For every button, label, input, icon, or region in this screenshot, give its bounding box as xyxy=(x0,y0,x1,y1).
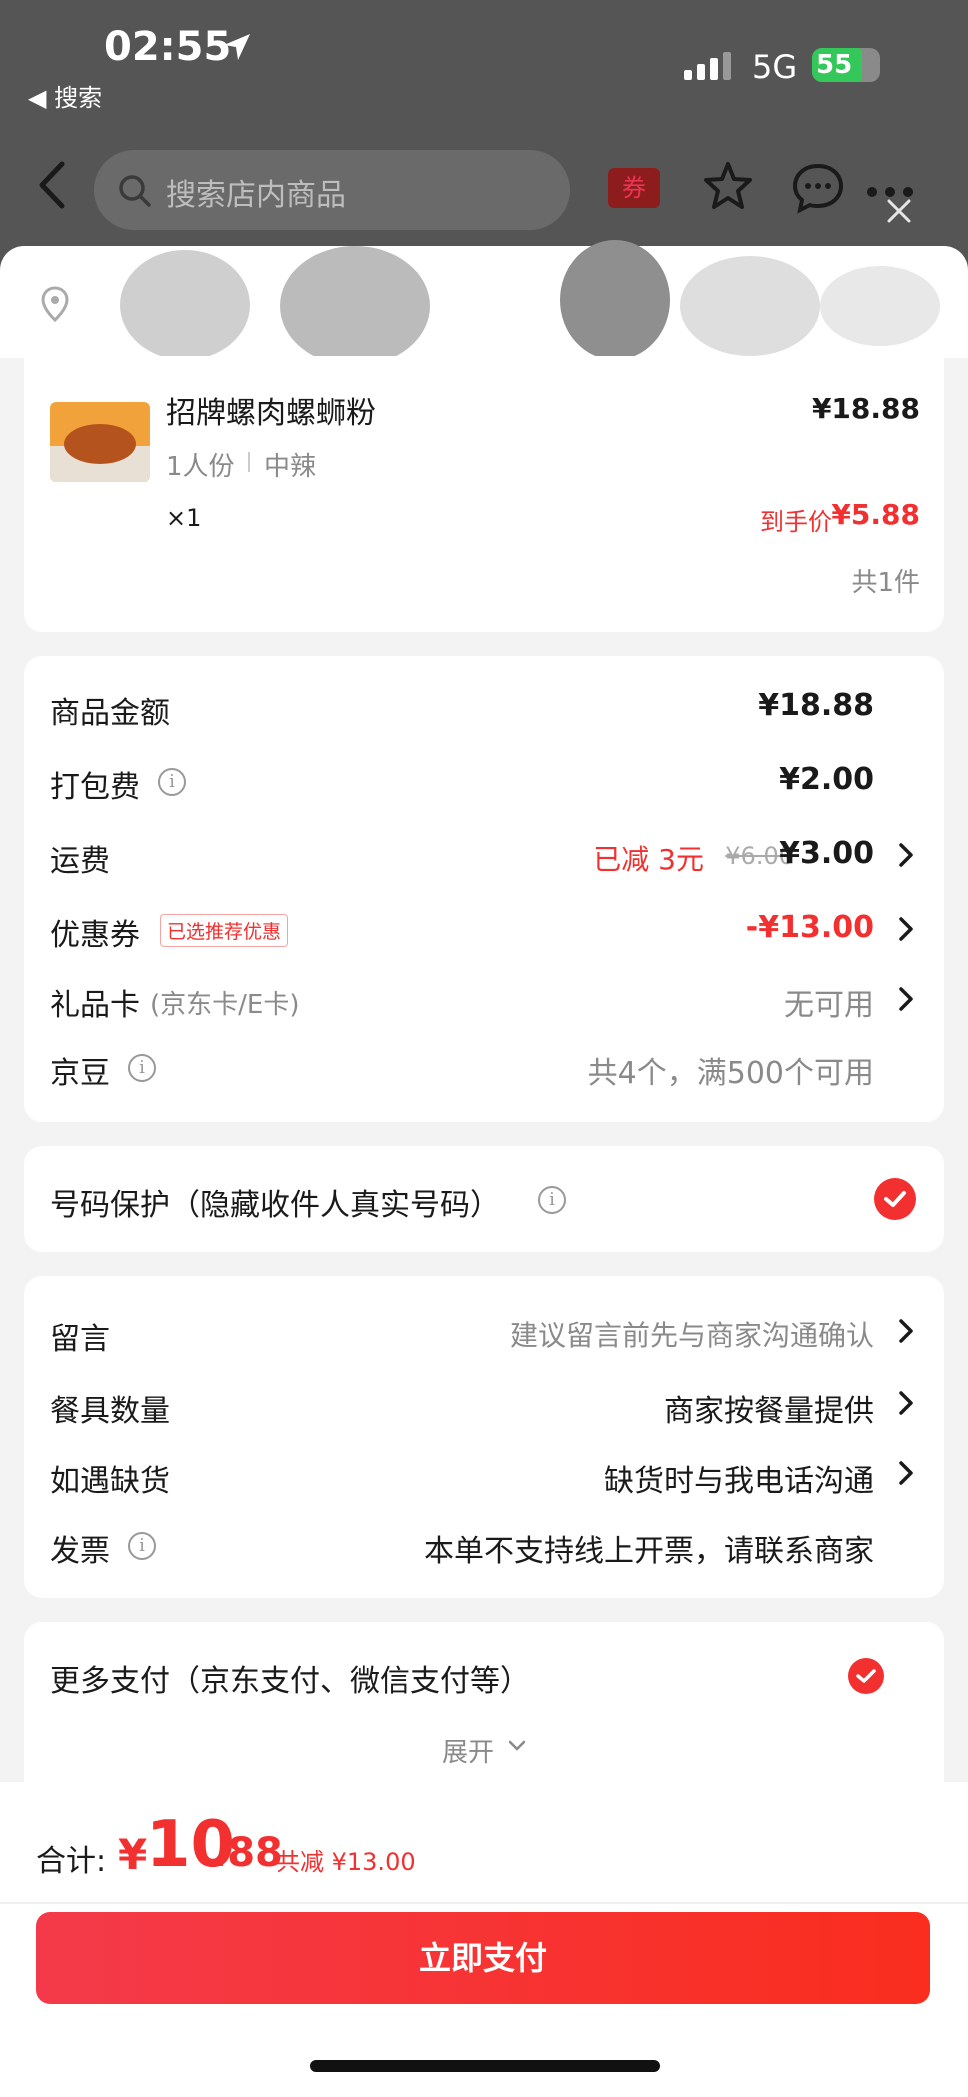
bar-divider xyxy=(0,1902,968,1904)
pay-now-button[interactable]: 立即支付 xyxy=(36,1912,930,2004)
packing-fee-label: 打包费 xyxy=(50,770,140,805)
coupon-button[interactable]: 券 xyxy=(608,168,660,208)
goods-amount-label: 商品金额 xyxy=(50,696,170,731)
spec-divider xyxy=(248,452,250,472)
more-payment-checkbox[interactable] xyxy=(848,1658,884,1694)
goods-amount-value: ¥18.88 xyxy=(758,688,874,723)
number-protection-checkbox[interactable] xyxy=(874,1178,916,1220)
total-decimal: .88 xyxy=(212,1830,283,1876)
expand-link[interactable]: 展开 xyxy=(442,1732,494,1769)
note-label: 留言 xyxy=(50,1322,110,1357)
battery-icon: 55 xyxy=(812,48,880,82)
product-quantity: ×1 xyxy=(166,504,202,532)
address-area-redacted xyxy=(0,240,968,366)
back-to-app-link[interactable]: ◀ 搜索 xyxy=(28,78,102,113)
utensils-label: 餐具数量 xyxy=(50,1394,170,1429)
chat-icon[interactable] xyxy=(790,160,846,216)
battery-level: 55 xyxy=(816,50,853,80)
search-placeholder: 搜索店内商品 xyxy=(166,178,346,213)
network-label: 5G xyxy=(752,48,798,86)
privacy-card: 号码保护（隐藏收件人真实号码） i xyxy=(24,1146,944,1252)
info-icon[interactable]: i xyxy=(158,768,186,796)
gift-card-sub: (京东卡/E卡) xyxy=(150,990,300,1020)
redaction-blob xyxy=(280,246,430,366)
redaction-blob xyxy=(120,250,250,360)
status-time: 02:55 xyxy=(104,24,232,70)
info-icon[interactable]: i xyxy=(128,1532,156,1560)
invoice-label: 发票 xyxy=(50,1534,110,1569)
redaction-blob xyxy=(560,240,670,360)
chevron-right-icon[interactable] xyxy=(898,1390,914,1416)
total-currency: ¥ xyxy=(118,1830,148,1879)
location-arrow-icon xyxy=(224,34,250,60)
product-card: 招牌螺肉螺蛳粉 ¥18.88 1人份 中辣 ×1 到手价 ¥5.88 共1件 xyxy=(24,356,944,632)
invoice-value: 本单不支持线上开票，请联系商家 xyxy=(424,1534,874,1569)
coupon-recommended-tag: 已选推荐优惠 xyxy=(160,914,289,947)
delivery-discount: 已减 3元 xyxy=(593,843,704,876)
info-icon[interactable]: i xyxy=(128,1054,156,1082)
gift-card-label: 礼品卡 xyxy=(50,988,140,1023)
favorite-star-icon[interactable] xyxy=(702,160,754,212)
thumbnail-noodles xyxy=(64,424,136,464)
jd-beans-label: 京豆 xyxy=(50,1056,110,1091)
chevron-right-icon[interactable] xyxy=(898,1460,914,1486)
chevron-right-icon[interactable] xyxy=(898,1318,914,1344)
fee-summary-card: 商品金额 ¥18.88 打包费 i ¥2.00 运费 已减 3元 ¥6.00 ¥… xyxy=(24,656,944,1122)
product-spec-spice: 中辣 xyxy=(264,452,317,482)
signal-icon xyxy=(684,52,731,80)
redaction-blob xyxy=(820,266,940,346)
product-name: 招牌螺肉螺蛳粉 xyxy=(166,396,376,431)
location-pin-icon xyxy=(41,286,69,322)
home-indicator xyxy=(310,2060,660,2072)
store-search-input[interactable]: 搜索店内商品 xyxy=(94,150,570,230)
checkmark-icon xyxy=(884,1191,906,1207)
stockout-label: 如遇缺货 xyxy=(50,1464,170,1499)
gift-card-value[interactable]: 无可用 xyxy=(784,980,874,1024)
jd-beans-value: 共4个，满500个可用 xyxy=(587,1056,874,1091)
total-items: 共1件 xyxy=(851,568,920,598)
chevron-right-icon[interactable] xyxy=(898,986,914,1012)
delivery-fee-label: 运费 xyxy=(50,844,110,879)
close-icon[interactable] xyxy=(886,198,912,224)
chevron-right-icon[interactable] xyxy=(898,916,914,942)
more-icon[interactable] xyxy=(866,186,914,198)
back-arrow-icon[interactable] xyxy=(34,160,68,210)
more-payment-label: 更多支付（京东支付、微信支付等） xyxy=(50,1664,530,1699)
chevron-right-icon[interactable] xyxy=(898,842,914,868)
coupon-label: 优惠券 xyxy=(50,918,140,953)
final-price: ¥5.88 xyxy=(831,498,920,531)
total-saved: 共减 ¥13.00 xyxy=(276,1848,416,1876)
chevron-down-icon[interactable] xyxy=(508,1740,526,1752)
search-icon xyxy=(119,175,151,207)
delivery-fee-value: ¥3.00 xyxy=(779,836,874,871)
stockout-value[interactable]: 缺货时与我电话沟通 xyxy=(604,1456,874,1500)
note-value[interactable]: 建议留言前先与商家沟通确认 xyxy=(510,1314,874,1354)
product-thumbnail xyxy=(50,402,150,482)
coupon-value[interactable]: -¥13.00 xyxy=(746,910,874,945)
product-spec-portion: 1人份 xyxy=(166,452,235,482)
info-icon[interactable]: i xyxy=(538,1186,566,1214)
total-label: 合计: xyxy=(36,1844,107,1879)
utensils-value[interactable]: 商家按餐量提供 xyxy=(664,1386,874,1430)
checkmark-icon xyxy=(856,1669,876,1683)
final-price-label: 到手价 xyxy=(760,508,832,536)
product-price: ¥18.88 xyxy=(811,392,920,425)
order-options-card: 留言 建议留言前先与商家沟通确认 餐具数量 商家按餐量提供 如遇缺货 缺货时与我… xyxy=(24,1276,944,1598)
redaction-blob xyxy=(680,256,820,356)
packing-fee-value: ¥2.00 xyxy=(779,762,874,797)
number-protection-label: 号码保护（隐藏收件人真实号码） xyxy=(50,1188,500,1223)
